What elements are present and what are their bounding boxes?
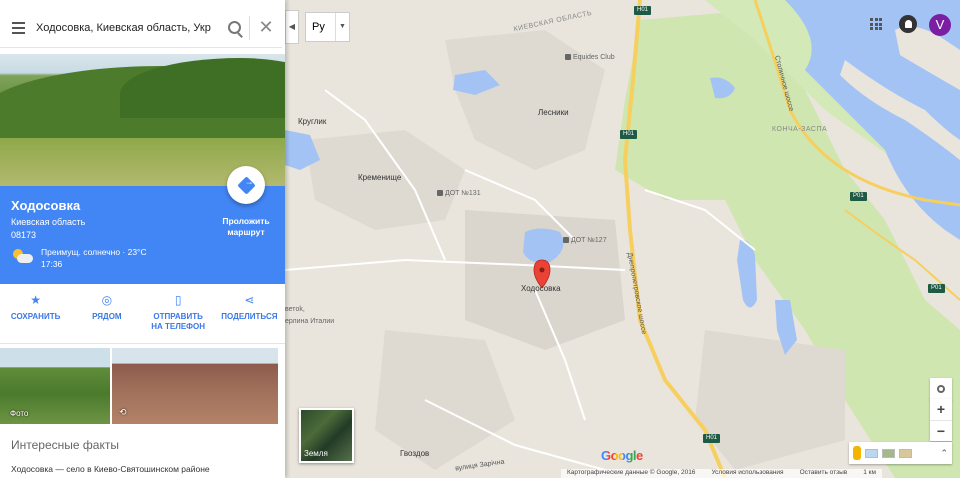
nearby-icon: ◎ [101, 293, 113, 307]
map-attribution-bar: Картографические данные © Google, 2016 У… [561, 469, 882, 478]
map-label-koncha-zaspa: КОНЧА-ЗАСПА [772, 126, 828, 133]
place-panel: ✕ Ходосовка Киевская область 08173 Преим… [0, 0, 285, 478]
share-icon: ⋖ [244, 293, 255, 307]
place-region: Киевская область [11, 217, 86, 227]
road-shield-p01-top: P01 [850, 192, 867, 201]
save-label: СОХРАНИТЬ [10, 312, 61, 321]
share-button[interactable]: ⋖ ПОДЕЛИТЬСЯ [214, 284, 285, 343]
place-title: Ходосовка [11, 198, 81, 213]
send-to-phone-button[interactable]: ▯ ОТПРАВИТЬ НА ТЕЛЕФОН [143, 284, 214, 343]
photo-360-thumbnail[interactable]: ⟲ [112, 348, 278, 424]
map-poi-dot131[interactable]: ДОТ №131 [437, 190, 481, 197]
earth-view-toggle[interactable]: Земля [299, 408, 354, 463]
map-label-italy: ерлина Италии [285, 318, 335, 325]
map-poi-dot127-label: ДОТ №127 [571, 237, 607, 244]
zoom-in-button[interactable]: + [930, 399, 952, 420]
map-poi-equides[interactable]: Equides Club [565, 54, 615, 61]
map-label-kruglik: Круглик [298, 117, 327, 126]
apps-grid-icon[interactable] [870, 18, 882, 30]
facts-text: Ходосовка — село в Киево-Святошинском ра… [11, 464, 210, 474]
zoom-out-button[interactable]: − [930, 420, 952, 441]
share-label: ПОДЕЛИТЬСЯ [221, 312, 278, 321]
panorama-360-icon: ⟲ [119, 407, 127, 417]
poi-icon [565, 54, 571, 61]
weather-text: Преимущ. солнечно · 23°C [41, 247, 147, 257]
photo-strip: Фото ⟲ [0, 348, 285, 424]
map-canvas[interactable]: Круглик Кременище Лесники Equides Club Д… [285, 0, 960, 478]
facts-heading: Интересные факты [11, 438, 119, 452]
star-icon: ★ [30, 293, 41, 307]
language-value: Ру [312, 21, 325, 33]
close-icon[interactable]: ✕ [250, 17, 282, 38]
map-base-layer [285, 0, 960, 478]
search-icon[interactable] [219, 13, 249, 43]
weather-time: 17:36 [41, 259, 63, 269]
terms-link[interactable]: Условия использования [711, 469, 783, 478]
language-select[interactable]: Ру ▼ [305, 12, 350, 42]
road-shield-h01-top: H01 [634, 6, 652, 15]
road-shield-p01-right: P01 [928, 284, 945, 293]
send-to-phone-icon: ▯ [174, 293, 182, 307]
place-zip: 08173 [11, 230, 37, 240]
pegman-icon[interactable] [853, 446, 861, 460]
google-logo: Google [601, 448, 643, 463]
imagery-thumb-3[interactable] [899, 448, 912, 458]
map-label-lesniki: Лесники [538, 108, 569, 117]
earth-view-label: Земля [304, 449, 328, 458]
map-poi-dot127[interactable]: ДОТ №127 [563, 237, 607, 244]
google-logo-text: Google [601, 448, 643, 463]
directions-icon [236, 175, 256, 195]
road-shield-h01-mid: H01 [620, 130, 638, 139]
chevron-down-icon: ▼ [335, 13, 349, 41]
map-poi-dot131-label: ДОТ №131 [445, 190, 481, 197]
imagery-thumb-2[interactable] [882, 448, 895, 458]
nearby-label: РЯДОМ [92, 312, 122, 321]
map-label-kvetok: ветok, [285, 306, 305, 313]
notifications-icon[interactable] [899, 15, 917, 33]
chevron-up-icon[interactable]: ⌃ [940, 448, 948, 459]
chevron-left-icon: ◀ [288, 22, 296, 31]
map-label-kremenishche: Кременище [358, 173, 402, 182]
photos-label: Фото [10, 409, 29, 418]
map-poi-equides-label: Equides Club [573, 54, 615, 61]
zoom-controls: + − [930, 399, 952, 441]
directions-label[interactable]: Проложить маршрут [216, 216, 276, 238]
avatar[interactable]: V [929, 14, 951, 36]
my-location-button[interactable] [930, 378, 952, 400]
save-button[interactable]: ★ СОХРАНИТЬ [0, 284, 71, 343]
partly-sunny-icon [11, 249, 33, 263]
poi-icon [563, 237, 569, 244]
attribution-data: Картографические данные © Google, 2016 [567, 469, 696, 476]
crosshair-icon [937, 385, 945, 393]
map-label-gvozdov: Гвоздов [400, 449, 430, 458]
street-view-bar: ⌃ [849, 442, 952, 464]
search-input[interactable] [36, 21, 219, 34]
map-label-khodosovka: Ходосовка [521, 284, 561, 293]
feedback-link[interactable]: Оставить отзыв [800, 469, 848, 478]
scale-label: 1 км [863, 469, 876, 476]
road-shield-h01-bottom: H01 [703, 434, 721, 443]
imagery-thumb-1[interactable] [865, 448, 878, 458]
photo-thumbnail[interactable]: Фото [0, 348, 110, 424]
poi-icon [437, 190, 443, 197]
search-box: ✕ [0, 0, 285, 54]
nearby-button[interactable]: ◎ РЯДОМ [71, 284, 142, 343]
send-to-phone-label: ОТПРАВИТЬ НА ТЕЛЕФОН [151, 312, 206, 331]
collapse-panel-button[interactable]: ◀ [285, 10, 299, 44]
action-bar: ★ СОХРАНИТЬ ◎ РЯДОМ ▯ ОТПРАВИТЬ НА ТЕЛЕФ… [0, 284, 285, 344]
menu-icon[interactable] [0, 21, 36, 34]
directions-button[interactable] [227, 166, 265, 204]
